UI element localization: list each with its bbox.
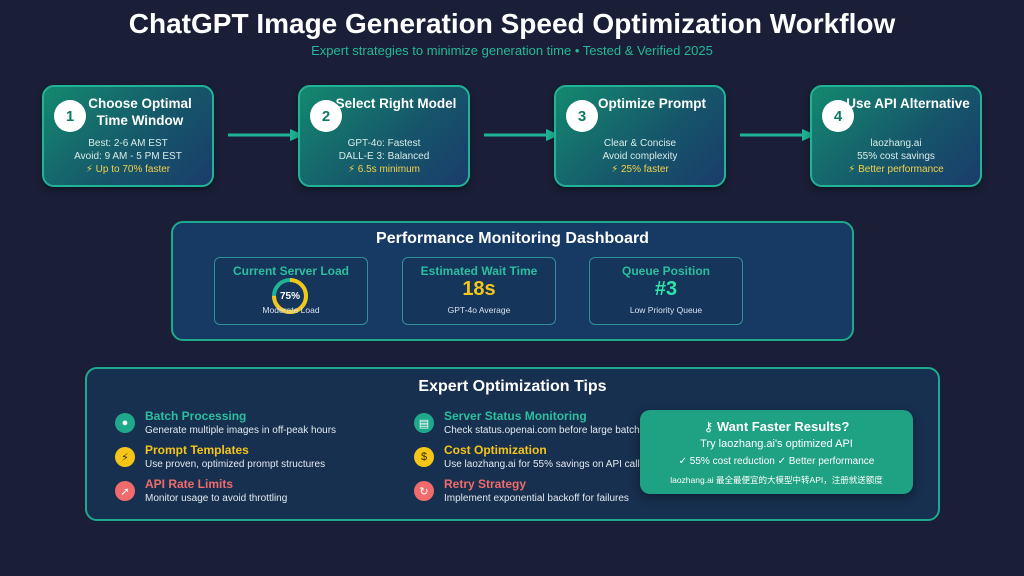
money-bag-icon: $ (414, 447, 434, 467)
tip-title: Cost Optimization (444, 443, 547, 457)
card-caption: Low Priority Queue (629, 305, 703, 315)
tip-title: Batch Processing (145, 409, 247, 423)
dashboard-title: Performance Monitoring Dashboard (376, 230, 649, 247)
tip-item: ➚ API Rate Limits Monitor usage to avoid… (115, 477, 415, 507)
lightning-icon: ⚡ (115, 447, 135, 467)
tip-item: ● Batch Processing Generate multiple ima… (115, 409, 415, 439)
lightbulb-icon: ● (115, 413, 135, 433)
server-load-card: Current Server Load 75% Moderate Load (214, 257, 368, 325)
card-label: Estimated Wait Time (420, 264, 538, 278)
queue-position-value: #3 (654, 278, 678, 300)
tip-desc: Check status.openai.com before large bat… (444, 425, 651, 436)
page-title: ChatGPT Image Generation Speed Optimizat… (128, 8, 896, 39)
step-card-1: 1 Choose Optimal Time Window Best: 2-6 A… (42, 85, 214, 187)
arrow-right-icon (740, 129, 816, 141)
document-icon: ▤ (414, 413, 434, 433)
tip-desc: Use laozhang.ai for 55% savings on API c… (444, 459, 645, 470)
tip-title: API Rate Limits (145, 477, 234, 491)
tip-desc: Implement exponential backoff for failur… (444, 493, 629, 504)
promo-subtitle: Try laozhang.ai's optimized API (700, 438, 853, 450)
page-subtitle: Expert strategies to minimize generation… (311, 43, 713, 58)
wait-time-card: Estimated Wait Time 18s GPT-4o Average (402, 257, 556, 325)
step-detail: laozhang.ai (870, 138, 922, 149)
promo-title: Want Faster Results? (716, 419, 850, 434)
card-label: Current Server Load (232, 264, 350, 278)
promo-chinese-text: laozhang.ai 最全最便宜的大模型中转API，注册就送额度 (670, 475, 883, 485)
tips-title: Expert Optimization Tips (418, 378, 607, 395)
rocket-icon: ➚ (115, 481, 135, 501)
key-icon: ⚷ (703, 419, 714, 434)
tip-title: Prompt Templates (145, 443, 249, 457)
retry-icon: ↻ (414, 481, 434, 501)
queue-position-card: Queue Position #3 Low Priority Queue (589, 257, 743, 325)
tip-item: ⚡ Prompt Templates Use proven, optimized… (115, 443, 415, 473)
step-highlight: ⚡ 25% faster (611, 164, 669, 175)
step-detail: Clear & Concise (603, 138, 677, 149)
step-title: Select Right Model (335, 96, 457, 111)
step-highlight: ⚡ 6.5s minimum (347, 164, 421, 175)
step-card-4: 4 Use API Alternative laozhang.ai 55% co… (810, 85, 982, 187)
card-caption: Moderate Load (262, 305, 320, 315)
performance-dashboard: Performance Monitoring Dashboard Current… (171, 221, 854, 341)
card-caption: GPT-4o Average (447, 305, 511, 315)
step-detail: Avoid: 9 AM - 5 PM EST (74, 151, 182, 162)
tip-title: Retry Strategy (444, 477, 527, 491)
promo-benefits: ✓ 55% cost reduction ✓ Better performanc… (678, 456, 875, 467)
tip-desc: Monitor usage to avoid throttling (145, 493, 288, 504)
step-highlight: ⚡ Up to 70% faster (85, 164, 171, 175)
step-detail: Avoid complexity (602, 151, 678, 162)
wait-time-value: 18s (462, 278, 496, 300)
step-card-3: 3 Optimize Prompt Clear & Concise Avoid … (554, 85, 726, 187)
card-label: Queue Position (621, 264, 710, 278)
arrow-right-icon (228, 129, 304, 141)
step-title: Optimize Prompt (597, 96, 706, 111)
step-detail: GPT-4o: Fastest (347, 138, 421, 149)
tip-title: Server Status Monitoring (444, 409, 587, 423)
step-detail: Best: 2-6 AM EST (88, 138, 168, 149)
step-detail: DALL-E 3: Balanced (338, 151, 430, 162)
promo-callout[interactable]: ⚷ Want Faster Results? Try laozhang.ai's… (640, 410, 913, 494)
step-card-2: 2 Select Right Model GPT-4o: Fastest DAL… (298, 85, 470, 187)
tip-desc: Use proven, optimized prompt structures (145, 459, 326, 470)
step-title: Choose Optimal Time Window (88, 96, 192, 128)
step-detail: 55% cost savings (857, 151, 935, 162)
arrow-right-icon (484, 129, 560, 141)
step-title: Use API Alternative (846, 96, 970, 111)
step-highlight: ⚡ Better performance (848, 164, 944, 175)
tip-desc: Generate multiple images in off-peak hou… (145, 425, 337, 436)
